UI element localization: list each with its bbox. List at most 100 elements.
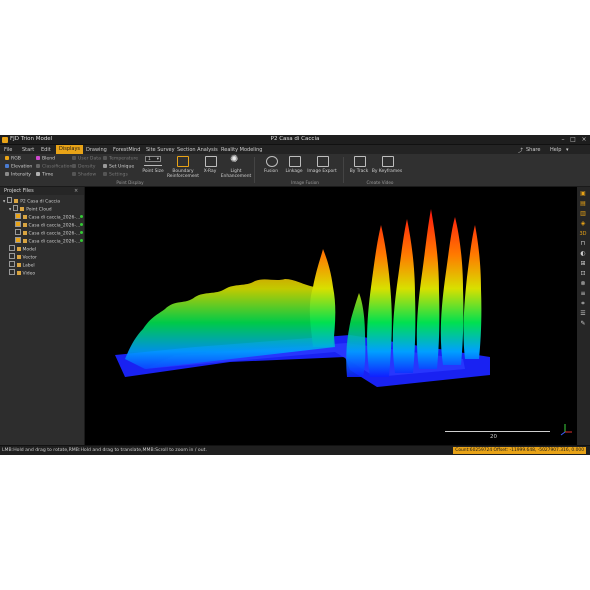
rgb-label: RGB <box>11 156 21 162</box>
project-files-panel: Project Files × ▾ P2 Casa di Caccia ▾ Po… <box>0 187 85 445</box>
view-side-icon[interactable]: ▥ <box>579 210 587 218</box>
view-front-icon[interactable]: ▤ <box>579 200 587 208</box>
checkbox[interactable] <box>15 229 21 235</box>
point-cloud-render <box>115 209 490 387</box>
panel-close-icon[interactable]: × <box>74 187 78 195</box>
user-data-button[interactable]: User Data <box>72 156 101 162</box>
elevation-icon <box>5 164 9 168</box>
pin-icon[interactable]: ✎ <box>579 320 587 328</box>
minimize-icon[interactable]: – <box>558 135 568 144</box>
temperature-icon <box>103 156 107 160</box>
checkbox[interactable] <box>9 253 15 259</box>
light-enhancement-label: Light Enhancement <box>220 169 252 179</box>
user-data-icon <box>72 156 76 160</box>
menu-file[interactable]: File <box>4 147 12 153</box>
shadow-button[interactable]: Shadow <box>72 172 96 178</box>
checkbox[interactable] <box>12 205 19 211</box>
menu-forestmind[interactable]: ForestMind <box>113 147 140 153</box>
tree-cloud-item[interactable]: Casa di caccia_2026-... <box>15 237 84 245</box>
rgb-button[interactable]: RGB <box>5 156 21 162</box>
point-size-select[interactable]: 1 ▾ <box>145 156 161 162</box>
boundary-reinforcement-icon[interactable] <box>177 156 189 167</box>
checkbox[interactable] <box>15 213 21 219</box>
menu-bar: File Start Edit Displays Drawing ForestM… <box>0 145 590 154</box>
classification-button[interactable]: Classification <box>36 164 72 170</box>
menu-drawing[interactable]: Drawing <box>86 147 107 153</box>
point-cloud-viewport[interactable] <box>85 187 577 445</box>
image-export-icon[interactable] <box>317 156 329 167</box>
3d-view-icon[interactable]: 3D <box>579 230 587 238</box>
tree-root[interactable]: ▾ P2 Casa di Caccia <box>3 197 60 205</box>
share-icon[interactable]: ⤴ <box>518 147 523 154</box>
tree-cloud-item[interactable]: Casa di caccia_2026-... <box>15 221 84 229</box>
menu-displays[interactable]: Displays <box>56 145 84 154</box>
temperature-button[interactable]: Temperature <box>103 156 138 162</box>
view-top-icon[interactable]: ▣ <box>579 190 587 198</box>
checkbox[interactable] <box>15 221 21 227</box>
maximize-icon[interactable]: □ <box>568 135 578 144</box>
close-icon[interactable]: × <box>579 135 589 144</box>
menu-reality-modeling[interactable]: Reality Modeling <box>221 147 262 153</box>
checkbox[interactable] <box>9 245 15 251</box>
status-dot-icon <box>80 215 83 218</box>
cloud-item-label: Casa di caccia_2026-... <box>28 239 81 245</box>
set-unique-button[interactable]: Set Unique <box>103 164 134 170</box>
group-label-create-video: Create Video <box>366 180 394 185</box>
tree-model[interactable]: Model <box>9 245 36 253</box>
blend-label: Blend <box>42 156 56 162</box>
blend-icon <box>36 156 40 160</box>
intensity-icon <box>5 172 9 176</box>
elevation-button[interactable]: Elevation <box>5 164 32 170</box>
by-track-icon[interactable] <box>354 156 366 167</box>
classification-label: Classification <box>42 164 73 170</box>
measure-icon[interactable]: ⊞ <box>579 260 587 268</box>
layers-icon[interactable]: ≡ <box>579 290 587 298</box>
status-dot-icon <box>80 223 83 226</box>
blend-button[interactable]: Blend <box>36 156 55 162</box>
tree-cloud-item[interactable]: Casa di caccia_2026-... <box>15 229 84 237</box>
help-dropdown-icon[interactable]: ▾ <box>566 147 569 153</box>
settings-button[interactable]: Settings <box>103 172 128 178</box>
menu-site-survey[interactable]: Site Survey <box>146 147 175 153</box>
view-iso-icon[interactable]: ◈ <box>579 220 587 228</box>
tree-cloud-item[interactable]: Casa di caccia_2026-... <box>15 213 84 221</box>
tree-video[interactable]: Video <box>9 269 35 277</box>
settings-label: Settings <box>109 172 128 178</box>
lock-icon[interactable]: ⊓ <box>579 240 587 248</box>
color-icon[interactable]: ⊗ <box>579 280 587 288</box>
app-window: FJD Trion Model P2 Casa di Caccia – □ × … <box>0 135 590 455</box>
crop-icon[interactable]: ⌗ <box>579 300 587 308</box>
cloud-file-icon <box>22 223 27 227</box>
folder-icon <box>20 207 25 211</box>
menu-section-analysis[interactable]: Section Analysis <box>177 147 218 153</box>
by-keyframes-icon[interactable] <box>382 156 394 167</box>
tree-label[interactable]: Label <box>9 261 35 269</box>
time-button[interactable]: Time <box>36 172 53 178</box>
fusion-icon[interactable] <box>266 156 278 167</box>
point-size-value: 1 <box>148 157 151 162</box>
status-dot-icon <box>80 239 83 242</box>
checkbox[interactable] <box>9 261 15 267</box>
intensity-button[interactable]: Intensity <box>5 172 31 178</box>
density-button[interactable]: Density <box>72 164 95 170</box>
clip-icon[interactable]: ⊡ <box>579 270 587 278</box>
list-icon[interactable]: ☰ <box>579 310 587 318</box>
checkbox[interactable] <box>6 197 13 203</box>
x-ray-icon[interactable] <box>205 156 217 167</box>
linkage-icon[interactable] <box>289 156 301 167</box>
tree-vector[interactable]: Vector <box>9 253 37 261</box>
document-title: P2 Casa di Caccia <box>270 136 320 142</box>
tree-points <box>309 249 336 347</box>
menu-start[interactable]: Start <box>22 147 34 153</box>
menu-edit[interactable]: Edit <box>41 147 51 153</box>
checkbox[interactable] <box>15 237 21 243</box>
light-enhancement-icon[interactable]: ✺ <box>230 154 238 165</box>
status-hint: LMB:Hold and drag to rotate,RMB:Hold and… <box>2 447 207 453</box>
density-icon <box>72 164 76 168</box>
image-export-label: Image Export <box>307 169 337 174</box>
help-button[interactable]: Help <box>550 147 561 153</box>
perspective-icon[interactable]: ◐ <box>579 250 587 258</box>
checkbox[interactable] <box>9 269 15 275</box>
tree-point-cloud[interactable]: ▾ Point Cloud <box>9 205 52 213</box>
share-button[interactable]: Share <box>526 147 540 153</box>
